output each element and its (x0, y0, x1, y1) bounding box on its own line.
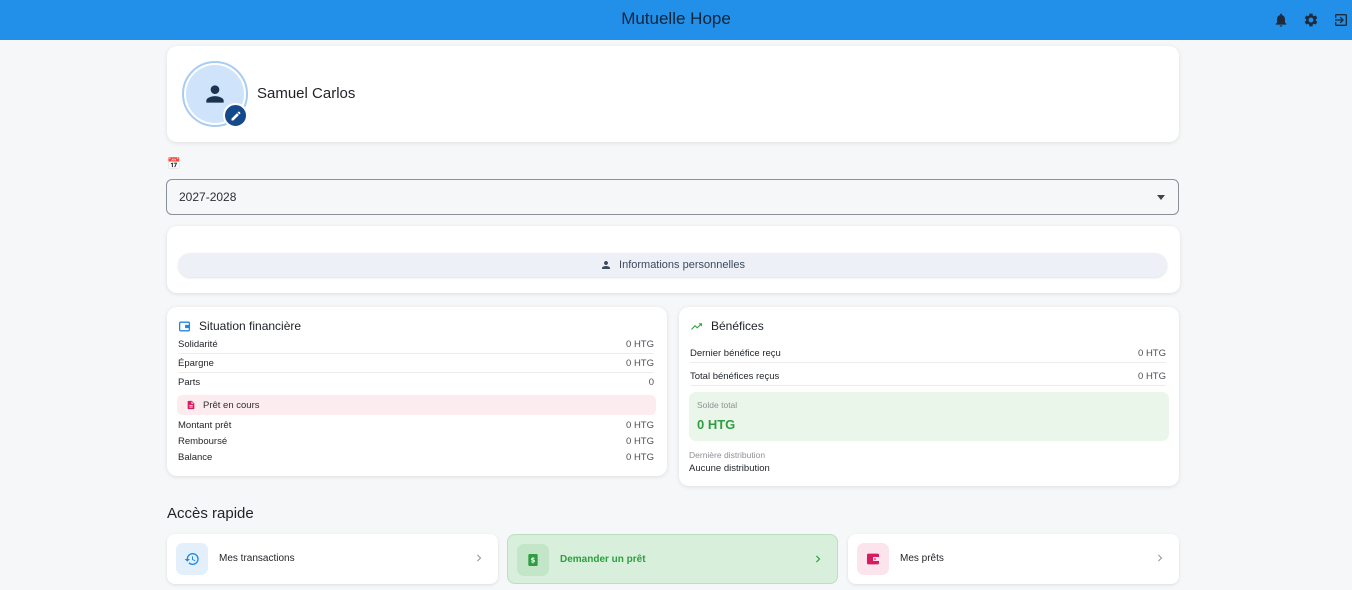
chevron-right-icon (472, 551, 486, 565)
pencil-icon (231, 110, 241, 120)
benefits-card: Bénéfices Dernier bénéfice reçu 0 HTG Tot… (679, 307, 1179, 486)
last-distribution-label: Dernière distribution (689, 450, 766, 460)
quick-access-label: Mes transactions (219, 553, 295, 564)
profile-name: Samuel Carlos (257, 85, 356, 102)
last-distribution-value: Aucune distribution (689, 463, 770, 474)
person-icon (602, 261, 611, 269)
bell-icon[interactable] (1272, 11, 1290, 29)
personal-info-label: Informations personnelles (619, 259, 745, 271)
total-balance-value: 0 HTG (697, 417, 736, 432)
top-app-bar: Mutuelle Hope (0, 0, 1352, 40)
year-select[interactable]: 2027-2028 (166, 179, 1179, 215)
svg-text:$: $ (531, 557, 536, 565)
wallet-icon (857, 543, 889, 575)
financial-row: Épargne 0 HTG (178, 354, 654, 373)
quick-access-label: Mes prêts (900, 553, 944, 564)
document-icon (187, 400, 195, 410)
financial-title: Situation financière (178, 319, 301, 333)
quick-access-transactions[interactable]: Mes transactions (167, 534, 498, 584)
chevron-down-icon (1157, 195, 1165, 200)
calendar-icon: 📅 (167, 158, 181, 170)
edit-avatar-button[interactable] (223, 103, 248, 128)
wallet-icon (178, 321, 191, 331)
benefit-row: Dernier bénéfice reçu 0 HTG (690, 344, 1166, 363)
history-icon (176, 543, 208, 575)
logout-icon[interactable] (1332, 11, 1350, 29)
quick-access-title: Accès rapide (167, 505, 254, 522)
financial-situation-card: Situation financière Solidarité 0 HTG Épa… (167, 307, 667, 476)
total-balance-box: Solde total 0 HTG (689, 392, 1169, 441)
benefits-title: Bénéfices (690, 319, 764, 333)
financial-row: Solidarité 0 HTG (178, 335, 654, 354)
benefit-row: Total bénéfices reçus 0 HTG (690, 367, 1166, 386)
trending-up-icon (691, 322, 702, 330)
personal-info-button[interactable]: Informations personnelles (178, 253, 1167, 277)
current-loan-header: Prêt en cours (177, 395, 656, 415)
quick-access-label: Demander un prêt (560, 554, 646, 565)
year-select-value: 2027-2028 (179, 190, 237, 204)
person-icon (206, 85, 224, 103)
chevron-right-icon (1153, 551, 1167, 565)
financial-row: Parts 0 (178, 377, 654, 388)
chevron-right-icon (811, 552, 825, 566)
loan-row: Balance 0 HTG (178, 452, 654, 463)
quick-access-my-loans[interactable]: Mes prêts (848, 534, 1179, 584)
quick-access-request-loan[interactable]: $ Demander un prêt (507, 534, 838, 584)
profile-card: Samuel Carlos (167, 46, 1179, 142)
total-balance-label: Solde total (697, 400, 738, 410)
app-title: Mutuelle Hope (621, 9, 731, 28)
personal-info-card: Informations personnelles (167, 226, 1180, 293)
gear-icon[interactable] (1302, 11, 1320, 29)
dollar-icon: $ (517, 544, 549, 576)
